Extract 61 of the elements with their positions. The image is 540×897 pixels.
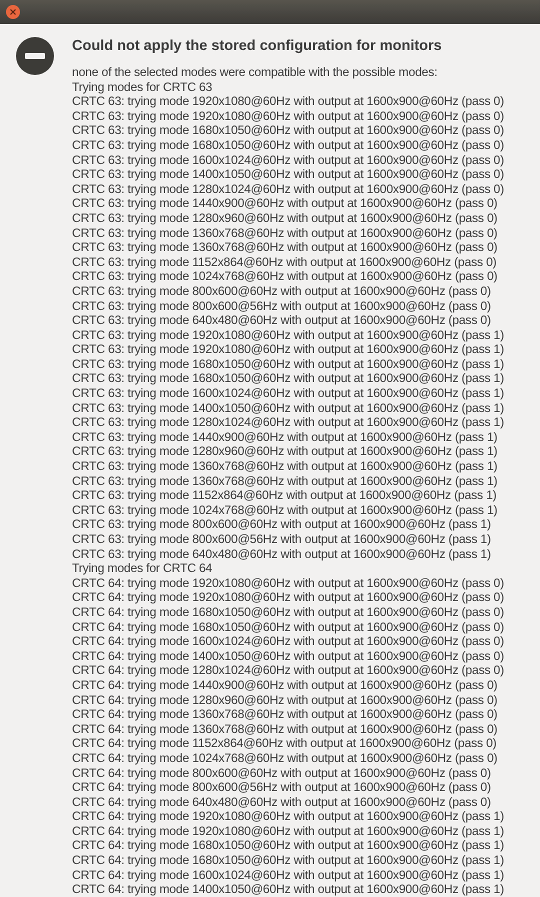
log-line: CRTC 63: trying mode 1600x1024@60Hz with output at 1600x900@60Hz (pass 0) [72, 152, 504, 168]
log-line: CRTC 64: trying mode 1600x1024@60Hz with output at 1600x900@60Hz (pass 0) [72, 634, 504, 649]
log-line: CRTC 63: trying mode 1920x1080@60Hz with output at 1600x900@60Hz (pass 1) [72, 342, 504, 357]
log-line: CRTC 63: trying mode 1280x1024@60Hz with output at 1600x900@60Hz (pass 1) [72, 415, 504, 430]
log-line: CRTC 63: trying mode 640x480@60Hz with output at 1600x900@60Hz (pass 0) [72, 313, 492, 328]
log-line: CRTC 63: trying mode 1400x1050@60Hz with output at 1600x900@60Hz (pass 1) [72, 400, 504, 416]
log-line: CRTC 64: trying mode 800x600@56Hz with output at 1600x900@60Hz (pass 0) [72, 780, 492, 795]
log-line: CRTC 63: trying mode 1680x1050@60Hz with output at 1600x900@60Hz (pass 1) [72, 356, 504, 372]
log-line: CRTC 63: trying mode 1360x768@60Hz with output at 1600x900@60Hz (pass 1) [72, 459, 498, 474]
log-line: CRTC 63: trying mode 800x600@60Hz with output at 1600x900@60Hz (pass 1) [72, 517, 492, 532]
log-line: CRTC 64: trying mode 1440x900@60Hz with output at 1600x900@60Hz (pass 0) [72, 678, 498, 693]
log-line: CRTC 64: trying mode 1360x768@60Hz with output at 1600x900@60Hz (pass 0) [72, 722, 498, 736]
log-line: CRTC 63: trying mode 1920x1080@60Hz with output at 1600x900@60Hz (pass 1) [72, 328, 504, 342]
log-line: CRTC 63: trying mode 1280x960@60Hz with output at 1600x900@60Hz (pass 1) [72, 444, 498, 460]
log-line: CRTC 63: trying mode 1920x1080@60Hz with output at 1600x900@60Hz (pass 0) [72, 108, 504, 124]
log-line: Trying modes for CRTC 64 [72, 561, 214, 576]
log-line: CRTC 63: trying mode 1360x768@60Hz with output at 1600x900@60Hz (pass 1) [72, 474, 498, 488]
log-line: CRTC 64: trying mode 1920x1080@60Hz with output at 1600x900@60Hz (pass 1) [72, 824, 504, 838]
log-line: CRTC 64: trying mode 1920x1080@60Hz with output at 1600x900@60Hz (pass 1) [72, 809, 504, 824]
log-line: CRTC 63: trying mode 1024x768@60Hz with output at 1600x900@60Hz (pass 1) [72, 502, 498, 518]
log-line: CRTC 64: trying mode 1920x1080@60Hz with output at 1600x900@60Hz (pass 0) [72, 576, 504, 590]
log-line: CRTC 63: trying mode 1440x900@60Hz with output at 1600x900@60Hz (pass 0) [72, 196, 498, 211]
log-line: none of the selected modes were compatible with the possible modes: [72, 65, 438, 80]
log-line: CRTC 63: trying mode 1440x900@60Hz with output at 1600x900@60Hz (pass 1) [72, 430, 498, 444]
log-line: CRTC 64: trying mode 1280x1024@60Hz with output at 1600x900@60Hz (pass 0) [72, 663, 504, 678]
log-line: CRTC 64: trying mode 1400x1050@60Hz with output at 1600x900@60Hz (pass 1) [72, 882, 504, 897]
log-line: CRTC 63: trying mode 800x600@60Hz with output at 1600x900@60Hz (pass 0) [72, 284, 492, 298]
log-line: CRTC 64: trying mode 1152x864@60Hz with output at 1600x900@60Hz (pass 0) [72, 736, 498, 751]
log-line: CRTC 64: trying mode 800x600@60Hz with output at 1600x900@60Hz (pass 0) [72, 766, 492, 780]
log-line: CRTC 64: trying mode 1600x1024@60Hz with output at 1600x900@60Hz (pass 1) [72, 868, 504, 882]
log-line: CRTC 63: trying mode 1680x1050@60Hz with output at 1600x900@60Hz (pass 0) [72, 123, 504, 138]
log-line: CRTC 63: trying mode 1920x1080@60Hz with output at 1600x900@60Hz (pass 0) [72, 94, 504, 109]
log-line: CRTC 63: trying mode 1360x768@60Hz with output at 1600x900@60Hz (pass 0) [72, 226, 498, 240]
log-line: CRTC 64: trying mode 1680x1050@60Hz with output at 1600x900@60Hz (pass 1) [72, 838, 504, 854]
log-line: CRTC 64: trying mode 1024x768@60Hz with output at 1600x900@60Hz (pass 0) [72, 750, 498, 766]
log-line: CRTC 64: trying mode 1360x768@60Hz with output at 1600x900@60Hz (pass 0) [72, 707, 498, 722]
log-line: Trying modes for CRTC 63 [72, 80, 214, 94]
close-button[interactable] [6, 5, 20, 19]
log-line: CRTC 63: trying mode 1360x768@60Hz with output at 1600x900@60Hz (pass 0) [72, 240, 498, 255]
log-line: CRTC 63: trying mode 800x600@56Hz with output at 1600x900@60Hz (pass 0) [72, 298, 492, 314]
log-line: CRTC 64: trying mode 1680x1050@60Hz with output at 1600x900@60Hz (pass 0) [72, 604, 504, 620]
dialog-title: Could not apply the stored configuration for monitors [72, 37, 443, 56]
log-line: CRTC 64: trying mode 1400x1050@60Hz with output at 1600x900@60Hz (pass 0) [72, 648, 504, 664]
log-line: CRTC 64: trying mode 640x480@60Hz with output at 1600x900@60Hz (pass 0) [72, 794, 492, 810]
log-line: CRTC 63: trying mode 1680x1050@60Hz with output at 1600x900@60Hz (pass 1) [72, 371, 504, 386]
log-line: CRTC 63: trying mode 1680x1050@60Hz with output at 1600x900@60Hz (pass 0) [72, 138, 504, 153]
log-line: CRTC 63: trying mode 1280x960@60Hz with output at 1600x900@60Hz (pass 0) [72, 210, 498, 226]
log-line: CRTC 64: trying mode 1280x960@60Hz with output at 1600x900@60Hz (pass 0) [72, 692, 498, 708]
log-line: CRTC 63: trying mode 640x480@60Hz with output at 1600x900@60Hz (pass 1) [72, 546, 492, 562]
close-icon [10, 9, 16, 15]
log-line: CRTC 63: trying mode 1280x1024@60Hz with output at 1600x900@60Hz (pass 0) [72, 182, 504, 196]
log-line: CRTC 64: trying mode 1680x1050@60Hz with output at 1600x900@60Hz (pass 1) [72, 853, 504, 868]
log-line: CRTC 63: trying mode 800x600@56Hz with output at 1600x900@60Hz (pass 1) [72, 532, 492, 547]
log-line: CRTC 63: trying mode 1152x864@60Hz with output at 1600x900@60Hz (pass 0) [72, 254, 498, 270]
log-line: CRTC 63: trying mode 1600x1024@60Hz with output at 1600x900@60Hz (pass 1) [72, 386, 504, 401]
log-line: CRTC 63: trying mode 1024x768@60Hz with output at 1600x900@60Hz (pass 0) [72, 269, 498, 284]
log-line: CRTC 64: trying mode 1920x1080@60Hz with output at 1600x900@60Hz (pass 0) [72, 590, 504, 605]
log-line: CRTC 63: trying mode 1152x864@60Hz with output at 1600x900@60Hz (pass 1) [72, 488, 498, 503]
error-icon [16, 37, 54, 75]
log-line: CRTC 63: trying mode 1400x1050@60Hz with output at 1600x900@60Hz (pass 0) [72, 167, 504, 182]
log-line: CRTC 64: trying mode 1680x1050@60Hz with output at 1600x900@60Hz (pass 0) [72, 620, 504, 634]
